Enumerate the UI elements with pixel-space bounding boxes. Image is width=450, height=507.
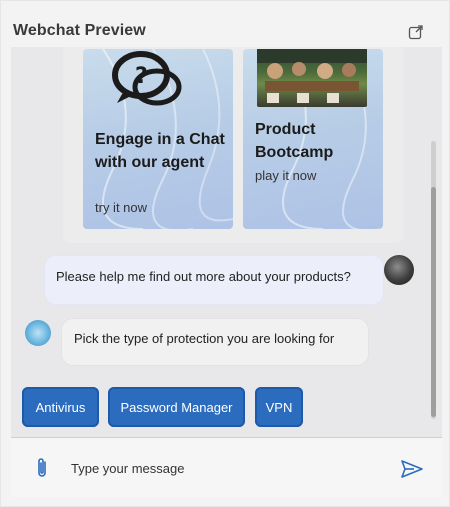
quick-reply-vpn[interactable]: VPN (255, 387, 303, 427)
card-title: Product Bootcamp (255, 121, 334, 161)
carousel-card-chat[interactable]: ? Engage in a Chat with our agent try it… (83, 49, 233, 229)
message-input[interactable] (71, 452, 391, 484)
header: Webchat Preview (1, 1, 450, 47)
paperclip-icon[interactable] (35, 456, 49, 480)
quick-reply-antivirus[interactable]: Antivirus (22, 387, 99, 427)
send-icon[interactable] (401, 460, 423, 478)
webchat-panel: Webchat Preview ? Engage in a Chat with … (0, 0, 450, 507)
user-message-bubble: Please help me find out more about your … (44, 255, 384, 305)
card-link[interactable]: play it now (255, 168, 316, 183)
card-link[interactable]: try it now (95, 200, 147, 215)
bot-avatar (25, 320, 51, 346)
svg-text:?: ? (135, 64, 148, 89)
card-title: Engage in a Chat with our agent (95, 131, 225, 171)
quick-reply-password-manager[interactable]: Password Manager (108, 387, 245, 427)
carousel-card-bootcamp[interactable]: Product Bootcamp play it now (243, 49, 383, 229)
chat-bubbles-icon: ? (105, 51, 185, 116)
scrollbar-thumb[interactable] (431, 187, 436, 417)
chat-history[interactable]: ? Engage in a Chat with our agent try it… (11, 47, 442, 437)
user-avatar (384, 255, 414, 285)
header-title: Webchat Preview (13, 22, 146, 39)
bot-message-bubble: Pick the type of protection you are look… (61, 318, 369, 366)
bot-message-text: Pick the type of protection you are look… (74, 331, 335, 346)
popout-icon[interactable] (408, 24, 424, 40)
user-message-text: Please help me find out more about your … (56, 269, 351, 284)
composer (11, 437, 442, 497)
bootcamp-photo (257, 49, 367, 107)
